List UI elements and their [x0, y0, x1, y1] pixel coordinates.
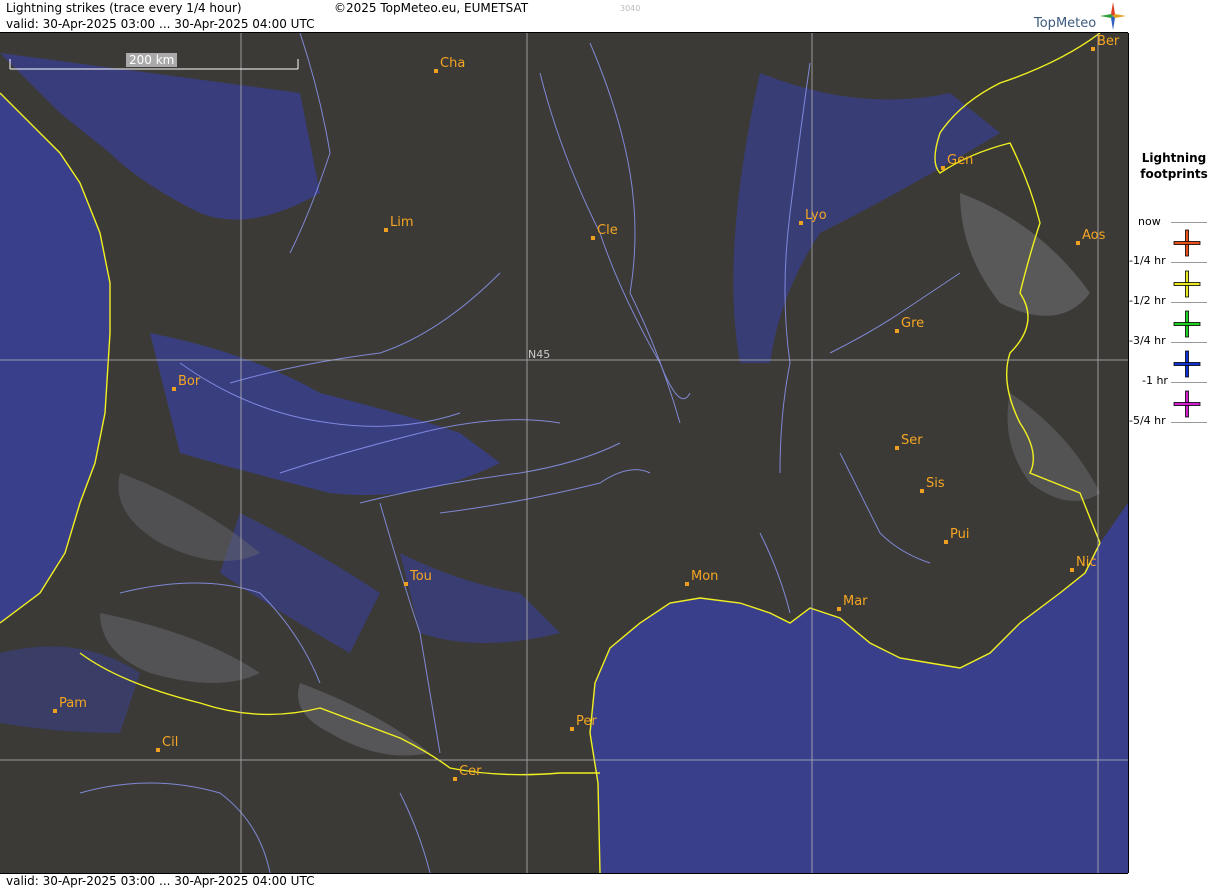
map-header: Lightning strikes (trace every 1/4 hour)…	[0, 0, 1128, 33]
topmeteo-logo[interactable]: TopMeteo	[1034, 2, 1128, 32]
lightning-cross-icon	[1173, 229, 1201, 257]
city-dot	[895, 446, 899, 450]
city-dot	[570, 727, 574, 731]
compass-icon	[1100, 2, 1126, 30]
city-dot	[384, 228, 388, 232]
city-label: Per	[576, 714, 597, 729]
city-dot	[941, 166, 945, 170]
lightning-cross-icon	[1173, 270, 1201, 298]
city-dot	[53, 709, 57, 713]
city-label: Cle	[597, 223, 618, 238]
city-dot	[799, 221, 803, 225]
city-dot	[404, 582, 408, 586]
legend-title-line2: footprints	[1140, 167, 1208, 181]
lightning-cross-icon	[1173, 310, 1201, 338]
legend-title: Lightning footprints	[1129, 150, 1219, 182]
map-footer: valid: 30-Apr-2025 03:00 ... 30-Apr-2025…	[0, 873, 1128, 888]
city-label: Ber	[1097, 34, 1120, 49]
city-label: Pui	[950, 527, 970, 542]
valid-time: valid: 30-Apr-2025 03:00 ... 30-Apr-2025…	[6, 17, 315, 31]
legend-tick	[1171, 382, 1207, 383]
city-label: Pam	[59, 696, 87, 711]
legend-tick	[1171, 262, 1207, 263]
latitude-label: N45	[528, 348, 551, 361]
city-label: Ser	[901, 433, 923, 448]
city-label: Aos	[1082, 228, 1106, 243]
map-title: Lightning strikes (trace every 1/4 hour)	[6, 1, 242, 15]
city-label: Lim	[390, 215, 414, 230]
logo-text: TopMeteo	[1034, 16, 1097, 31]
legend-tick	[1171, 222, 1207, 223]
city-dot	[1091, 47, 1095, 51]
city-label: Tou	[410, 569, 432, 584]
footer-valid-time: valid: 30-Apr-2025 03:00 ... 30-Apr-2025…	[6, 874, 315, 888]
legend-label: -5/4 hr	[1129, 414, 1166, 427]
legend-title-line1: Lightning	[1141, 151, 1207, 165]
city-label: Cer	[459, 764, 482, 779]
city-dot	[920, 489, 924, 493]
city-dot	[453, 777, 457, 781]
legend-tick	[1171, 302, 1207, 303]
image-code: 3040	[620, 4, 641, 13]
city-label: Mon	[691, 569, 719, 584]
city-label: Lyo	[805, 208, 827, 223]
copyright: ©2025 TopMeteo.eu, EUMETSAT	[334, 1, 529, 15]
city-label: Sis	[926, 476, 945, 491]
city-label: Gre	[901, 316, 925, 331]
lightning-cross-icon	[1173, 390, 1201, 418]
satellite-map[interactable]: 200 km N45 Cha Lim Cle Lyo Gen Ber Aos G…	[0, 33, 1129, 873]
city-label: Mar	[843, 594, 868, 609]
legend-label: -3/4 hr	[1129, 334, 1166, 347]
city-label: Gen	[947, 153, 974, 168]
city-dot	[1070, 568, 1074, 572]
city-dot	[591, 236, 595, 240]
city-label: Bor	[178, 374, 201, 389]
legend-tick	[1171, 342, 1207, 343]
city-label: Cil	[162, 735, 179, 750]
legend-label: now	[1138, 215, 1161, 228]
city-dot	[685, 582, 689, 586]
city-dot	[895, 329, 899, 333]
city-dot	[837, 607, 841, 611]
scale-label: 200 km	[126, 53, 178, 67]
city-dot	[172, 387, 176, 391]
legend-tick	[1171, 422, 1207, 423]
legend-label: -1 hr	[1142, 374, 1168, 387]
lightning-legend: Lightning footprints now -1/4 hr -1/2 hr…	[1129, 0, 1219, 887]
lightning-cross-icon	[1173, 350, 1201, 378]
city-dot	[1076, 241, 1080, 245]
city-dot	[156, 748, 160, 752]
city-dot	[944, 540, 948, 544]
city-label: Nic	[1076, 555, 1097, 570]
city-dot	[434, 69, 438, 73]
city-label: Cha	[440, 56, 466, 71]
legend-label: -1/4 hr	[1129, 254, 1166, 267]
legend-label: -1/2 hr	[1129, 294, 1166, 307]
